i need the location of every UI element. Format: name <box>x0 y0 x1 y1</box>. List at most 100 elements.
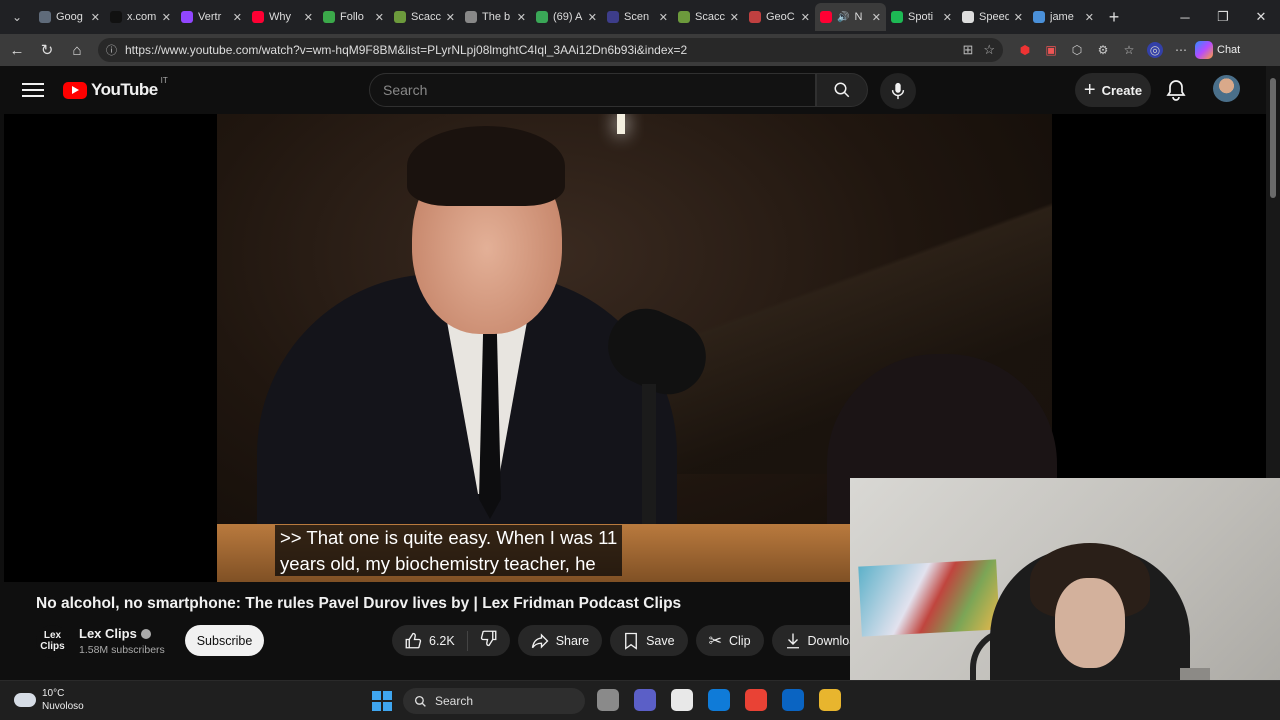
taskbar-app-icon[interactable] <box>819 689 841 711</box>
save-button[interactable]: Save <box>610 625 688 656</box>
tab-close-icon[interactable]: ✕ <box>943 11 952 24</box>
extension-recorder-icon[interactable]: ▣ <box>1043 42 1059 58</box>
save-label: Save <box>646 633 675 648</box>
tab-close-icon[interactable]: ✕ <box>588 11 597 24</box>
split-screen-icon[interactable]: ⚙ <box>1095 42 1111 58</box>
create-button[interactable]: + Create <box>1075 73 1151 107</box>
like-button[interactable]: 6.2K <box>392 630 468 651</box>
favorites-icon[interactable]: ☆ <box>1121 42 1137 58</box>
subscribe-button[interactable]: Subscribe <box>185 625 264 656</box>
profile-icon[interactable]: ◎ <box>1147 42 1163 58</box>
guide-menu-icon[interactable] <box>22 83 44 97</box>
taskbar-app-icon[interactable] <box>634 689 656 711</box>
extension-red-icon[interactable]: ⬢ <box>1017 42 1033 58</box>
account-avatar[interactable] <box>1213 75 1240 102</box>
tab-close-icon[interactable]: ✕ <box>1014 11 1023 24</box>
close-window-icon[interactable]: ✕ <box>1242 0 1280 34</box>
tab-title: GeoC <box>766 11 795 23</box>
browser-tab[interactable]: jame ✕ <box>1028 3 1099 31</box>
tab-close-icon[interactable]: ✕ <box>1085 11 1094 24</box>
clip-label: Clip <box>728 633 751 648</box>
tab-actions-menu-icon[interactable]: ⌄ <box>0 0 34 34</box>
browser-tab-strip: ⌄ Goog ✕ x.com ✕ Vertr ✕ Why ✕ Follo ✕ Scacc ✕ The b… <box>0 0 1280 34</box>
browser-tab[interactable]: Scen ✕ <box>602 3 673 31</box>
temperature: 10°C <box>42 688 65 699</box>
taskbar-app-icon[interactable] <box>782 689 804 711</box>
browser-tab[interactable]: (69) A ✕ <box>531 3 602 31</box>
more-menu-icon[interactable]: ⋯ <box>1173 42 1189 58</box>
youtube-header: YouTube IT Search + Create <box>0 66 1266 114</box>
browser-tab[interactable]: 🔊 N ✕ <box>815 3 886 31</box>
copilot-chat-button[interactable]: Chat <box>1195 41 1240 59</box>
country-code: IT <box>160 76 168 85</box>
video-actions: 6.2K Share Save ✂ Clip Download <box>392 625 877 656</box>
tab-close-icon[interactable]: ✕ <box>659 11 668 24</box>
back-icon[interactable]: ← <box>2 42 32 59</box>
taskbar-app-icon[interactable] <box>671 689 693 711</box>
taskbar-search-label: Search <box>435 694 474 708</box>
taskbar-search[interactable]: Search <box>403 688 585 714</box>
tab-close-icon[interactable]: ✕ <box>375 11 384 24</box>
search-icon <box>414 695 426 707</box>
search-placeholder: Search <box>383 82 428 98</box>
url-text: https://www.youtube.com/watch?v=wm-hqM9F… <box>125 43 688 57</box>
subscriber-count: 1.58M subscribers <box>79 644 165 656</box>
taskbar-app-icon[interactable] <box>708 689 730 711</box>
tab-close-icon[interactable]: ✕ <box>304 11 313 24</box>
search-button[interactable] <box>816 73 868 107</box>
taskbar-app-icon[interactable] <box>745 689 767 711</box>
scrollbar-thumb[interactable] <box>1270 78 1276 198</box>
tab-close-icon[interactable]: ✕ <box>517 11 526 24</box>
tab-close-icon[interactable]: ✕ <box>872 11 881 24</box>
voice-search-button[interactable] <box>880 73 916 109</box>
browser-tab[interactable]: Follo ✕ <box>318 3 389 31</box>
tab-close-icon[interactable]: ✕ <box>162 11 171 24</box>
new-tab-button[interactable]: + <box>1099 7 1129 28</box>
app-available-icon[interactable]: ⊞ <box>962 42 973 58</box>
thumbs-down-icon <box>480 630 497 647</box>
dislike-button[interactable] <box>468 629 510 652</box>
tab-close-icon[interactable]: ✕ <box>233 11 242 24</box>
minimize-icon[interactable]: ─ <box>1166 0 1204 34</box>
youtube-logo[interactable]: YouTube IT <box>63 76 168 100</box>
windows-start-icon[interactable] <box>372 691 392 711</box>
search-input[interactable]: Search <box>369 73 816 107</box>
site-info-icon[interactable]: ⓘ <box>106 42 117 58</box>
channel-avatar[interactable]: Lex Clips <box>36 624 69 658</box>
browser-tab[interactable]: Goog ✕ <box>34 3 105 31</box>
browser-tab[interactable]: GeoC ✕ <box>744 3 815 31</box>
browser-tab[interactable]: Vertr ✕ <box>176 3 247 31</box>
browser-tab[interactable]: Scacc ✕ <box>389 3 460 31</box>
channel-avatar-line2: Clips <box>40 641 65 652</box>
browser-tab[interactable]: Spoti ✕ <box>886 3 957 31</box>
like-dislike-group: 6.2K <box>392 625 510 656</box>
clip-button[interactable]: ✂ Clip <box>695 625 764 656</box>
browser-toolbar: ← ↻ ⌂ ⓘ https://www.youtube.com/watch?v=… <box>0 34 1280 66</box>
tab-close-icon[interactable]: ✕ <box>91 11 100 24</box>
weather-widget[interactable]: 10°C Nuvoloso <box>14 687 84 713</box>
browser-tab[interactable]: Scacc ✕ <box>673 3 744 31</box>
youtube-play-icon <box>63 81 87 99</box>
reload-icon[interactable]: ↻ <box>32 41 62 59</box>
favorite-star-icon[interactable]: ☆ <box>983 42 995 58</box>
extensions-puzzle-icon[interactable]: ⬡ <box>1069 42 1085 58</box>
tab-favicon-icon <box>607 11 619 23</box>
taskbar-app-icon[interactable] <box>597 689 619 711</box>
tab-close-icon[interactable]: ✕ <box>446 11 455 24</box>
tab-favicon-icon <box>39 11 51 23</box>
channel-name[interactable]: Lex Clips <box>79 626 137 641</box>
notifications-bell-icon[interactable] <box>1166 79 1186 106</box>
maximize-icon[interactable]: ❐ <box>1204 0 1242 34</box>
search-icon <box>834 82 850 98</box>
home-icon[interactable]: ⌂ <box>62 42 92 59</box>
tab-audio-icon[interactable]: 🔊 <box>837 12 849 23</box>
browser-tab[interactable]: The b ✕ <box>460 3 531 31</box>
browser-tab[interactable]: x.com ✕ <box>105 3 176 31</box>
share-button[interactable]: Share <box>517 625 603 656</box>
address-bar[interactable]: ⓘ https://www.youtube.com/watch?v=wm-hqM… <box>98 38 1003 62</box>
tab-title: Vertr <box>198 11 222 23</box>
tab-close-icon[interactable]: ✕ <box>730 11 739 24</box>
browser-tab[interactable]: Why ✕ <box>247 3 318 31</box>
browser-tab[interactable]: Speed ✕ <box>957 3 1028 31</box>
tab-close-icon[interactable]: ✕ <box>801 11 810 24</box>
